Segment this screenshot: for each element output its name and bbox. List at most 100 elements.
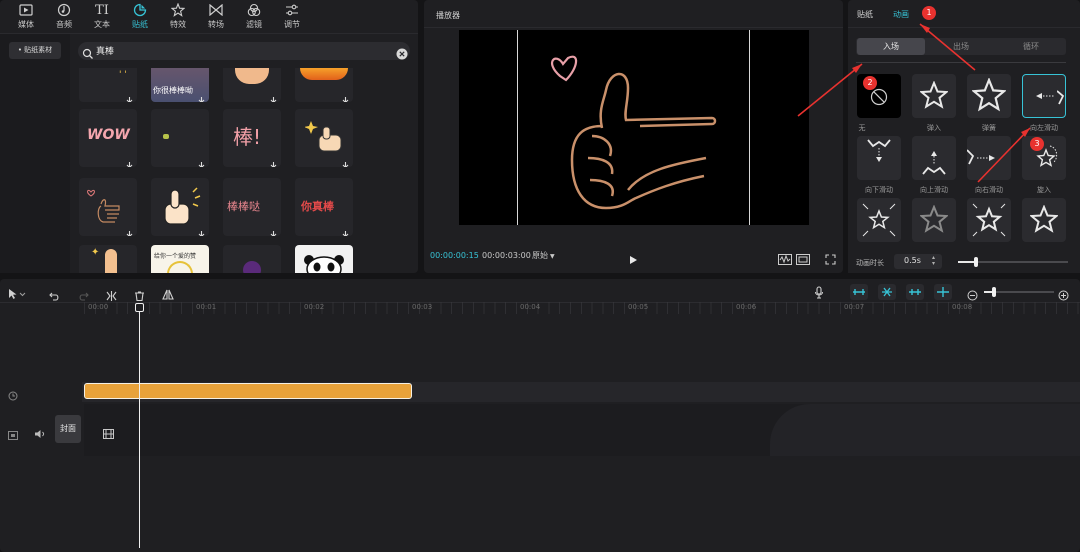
tool-adjust[interactable]: 调节 (272, 0, 312, 30)
sub-tab-exit[interactable]: 出场 (926, 38, 996, 55)
preview-axis-icon[interactable] (934, 284, 952, 300)
duration-slider-handle[interactable] (974, 257, 978, 267)
anim-none[interactable]: 2 (857, 74, 901, 118)
preview-canvas[interactable] (459, 30, 809, 225)
anim-pop-in[interactable] (912, 74, 956, 118)
playhead-handle[interactable] (135, 303, 144, 312)
download-icon[interactable] (125, 155, 134, 167)
bangbangda-text: 棒棒哒 (227, 200, 260, 213)
sub-tab-enter[interactable]: 入场 (857, 38, 925, 55)
tool-text[interactable]: TI 文本 (82, 0, 122, 30)
sticker-tile[interactable] (151, 109, 209, 167)
clear-search-icon[interactable] (396, 45, 408, 64)
anim-slide-down[interactable] (857, 136, 901, 180)
sticker-tile[interactable] (223, 68, 281, 102)
tick-label: 00:07 (844, 303, 865, 311)
cover-button[interactable]: 封面 (55, 415, 81, 443)
download-icon[interactable] (197, 224, 206, 236)
sticker-tile[interactable] (295, 109, 353, 167)
anim-slide-right[interactable] (967, 136, 1011, 180)
flame-graphic (300, 68, 348, 80)
anim-caption: 向左滑动 (1030, 124, 1058, 132)
waveform-icon[interactable] (778, 250, 792, 269)
sticker-side-item[interactable]: • 贴纸素材 (9, 42, 61, 59)
sticker-tile[interactable]: WOW (79, 109, 137, 167)
zoom-slider-handle[interactable] (992, 287, 996, 297)
main-track-lock-icon[interactable] (8, 425, 18, 444)
download-icon[interactable] (197, 90, 206, 102)
sticker-tile[interactable]: 棒棒哒 (223, 178, 281, 236)
nizhenbang-text: 你真棒 (301, 200, 334, 213)
microphone-icon[interactable] (814, 284, 824, 303)
magnet-icon[interactable] (878, 284, 896, 300)
card-graphic (167, 261, 193, 273)
sub-tab-loop[interactable]: 循环 (996, 38, 1066, 55)
download-icon[interactable] (269, 155, 278, 167)
play-button[interactable] (628, 250, 638, 269)
anim-caption: 向右滑动 (975, 186, 1003, 194)
tick-label: 00:03 (412, 303, 433, 311)
star-icon (920, 81, 948, 109)
anim-rotate-in[interactable]: 3 (1022, 136, 1066, 180)
sticker-tile[interactable] (151, 178, 209, 236)
finger-graphic (105, 249, 117, 273)
sticker-tile[interactable]: 你很棒棒呦 (151, 68, 209, 102)
search-input[interactable]: 真棒 (96, 44, 114, 57)
anim-caption: 向下滑动 (865, 186, 893, 194)
sticker-tile[interactable] (295, 68, 353, 102)
sticker-tile[interactable]: ✦ (79, 245, 137, 273)
anim-slide-up[interactable] (912, 136, 956, 180)
sticker-tile[interactable]: 给你一个爱的赞 (151, 245, 209, 273)
tab-sticker[interactable]: 贴纸 (857, 9, 873, 20)
player-divider (424, 27, 843, 28)
tool-media[interactable]: 媒体 (6, 0, 46, 30)
sticker-tile[interactable]: ' ' (79, 68, 137, 102)
anim-slide-left[interactable] (1022, 74, 1066, 118)
fullscreen-ratio-icon[interactable] (796, 250, 810, 269)
anim-caption: 旋入 (1037, 186, 1051, 194)
anim-option[interactable] (857, 198, 901, 242)
sticker-tile[interactable]: 你真棒 (295, 178, 353, 236)
snap-icon[interactable] (906, 284, 924, 300)
preview-guide-left (517, 30, 518, 225)
anim-option[interactable] (1022, 198, 1066, 242)
playhead[interactable] (139, 304, 140, 548)
select-tool-icon[interactable] (8, 285, 28, 304)
duration-input[interactable]: 0.5s ▴ ▾ (894, 254, 942, 269)
download-icon[interactable] (341, 224, 350, 236)
tick-label: 00:01 (196, 303, 217, 311)
ratio-select[interactable]: 原始 ▼ (532, 250, 555, 261)
download-icon[interactable] (125, 224, 134, 236)
current-time: 00:00:00:15 (430, 251, 479, 260)
zoom-slider[interactable] (984, 287, 1054, 297)
download-icon[interactable] (197, 155, 206, 167)
anim-option[interactable] (912, 198, 956, 242)
download-icon[interactable] (269, 224, 278, 236)
search-box[interactable]: 真棒 (78, 42, 410, 60)
tool-audio[interactable]: 音频 (44, 0, 84, 30)
download-icon[interactable] (125, 90, 134, 102)
star-icon (1030, 205, 1058, 233)
download-icon[interactable] (269, 90, 278, 102)
stepper-icon[interactable]: ▴ ▾ (932, 255, 935, 267)
media-drop-zone[interactable] (770, 404, 1080, 456)
tab-animation[interactable]: 动画 (893, 9, 909, 20)
tool-effects[interactable]: 特效 (158, 0, 198, 30)
sticker-tile[interactable]: 棒! (223, 109, 281, 167)
mute-icon[interactable] (34, 424, 46, 443)
tool-sticker[interactable]: 贴纸 (120, 0, 160, 30)
duration-slider-track[interactable] (958, 257, 1068, 267)
sticker-tile[interactable] (79, 178, 137, 236)
undo-icon[interactable] (49, 286, 60, 305)
tool-transition[interactable]: 转场 (196, 0, 236, 30)
sticker-tile[interactable] (223, 245, 281, 273)
download-icon[interactable] (341, 90, 350, 102)
link-main-track-icon[interactable] (850, 284, 868, 300)
download-icon[interactable] (341, 155, 350, 167)
expand-icon[interactable] (825, 250, 836, 269)
sticker-clip[interactable] (84, 383, 412, 399)
tool-filter[interactable]: 滤镜 (234, 0, 274, 30)
anim-spring[interactable] (967, 74, 1011, 118)
anim-option[interactable] (967, 198, 1011, 242)
sticker-tile[interactable] (295, 245, 353, 273)
